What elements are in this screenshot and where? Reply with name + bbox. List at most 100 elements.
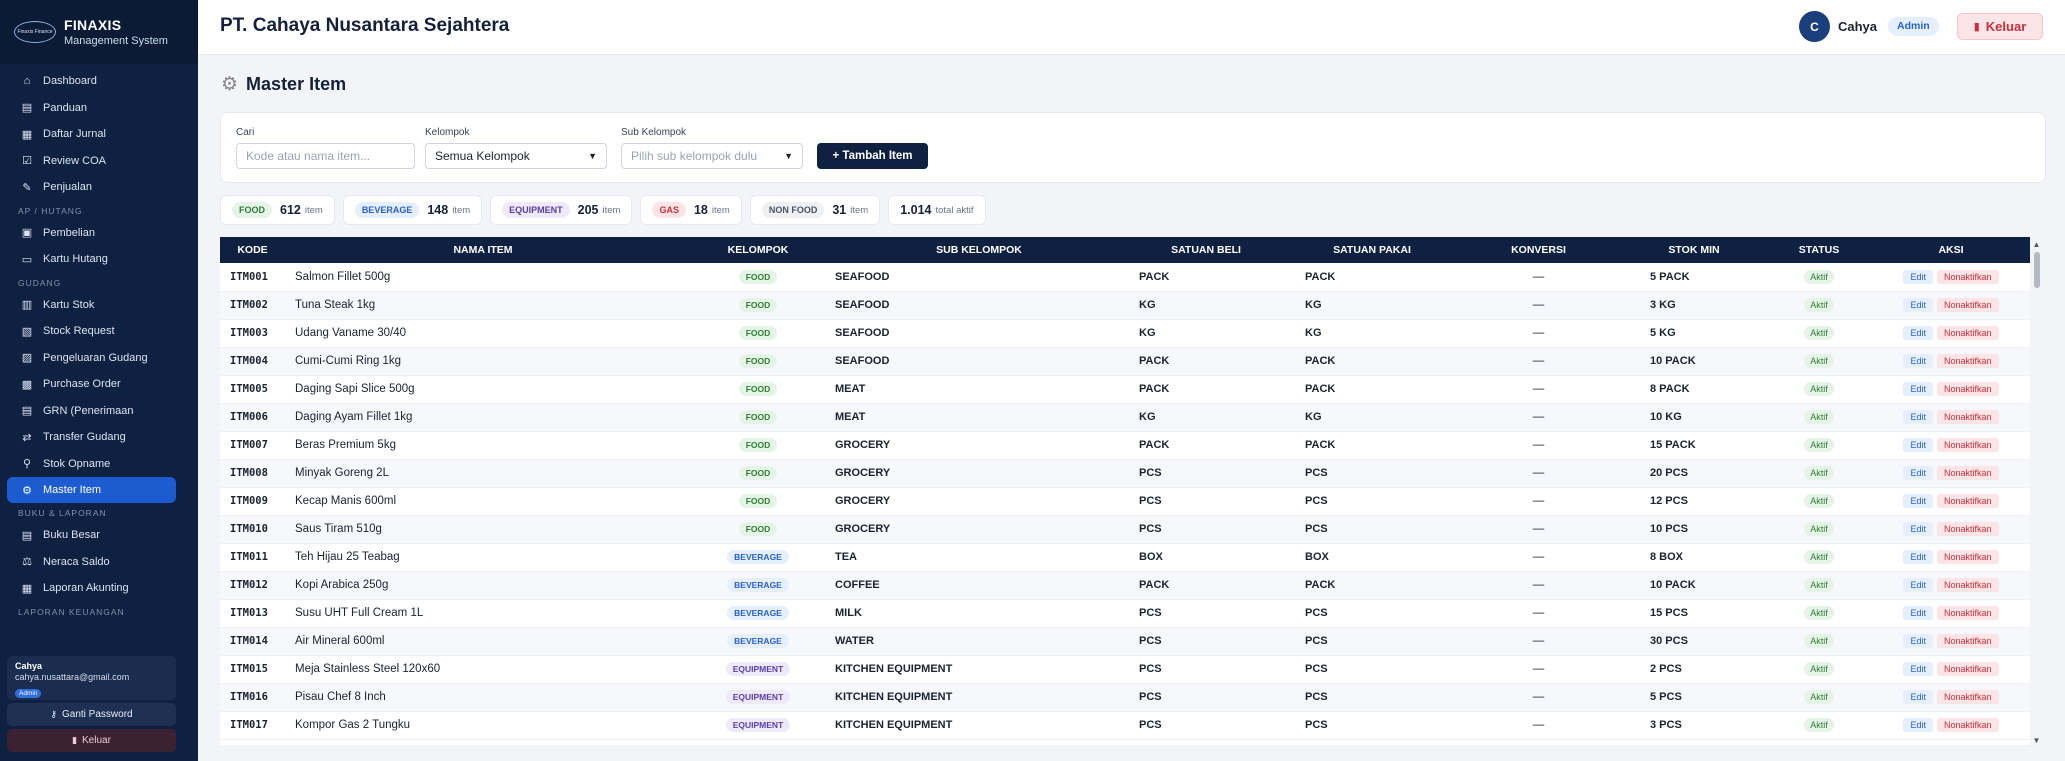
edit-button[interactable]: Edit xyxy=(1903,718,1933,732)
cell-kode: ITM013 xyxy=(220,599,285,628)
edit-button[interactable]: Edit xyxy=(1903,354,1933,368)
table-row[interactable]: ITM012 Kopi Arabica 250g BEVERAGE COFFEE PAC… xyxy=(220,571,2030,600)
subgroup-select[interactable]: Pilih sub kelompok dulu ▼ xyxy=(621,143,803,169)
deactivate-button[interactable]: Nonaktifkan xyxy=(1936,662,1999,676)
table-row[interactable]: ITM004 Cumi-Cumi Ring 1kg FOOD SEAFOOD PACK P… xyxy=(220,347,2030,376)
sidebar-item-kartu-stok[interactable]: ▥ Kartu Stok xyxy=(0,292,198,319)
column-header[interactable]: STATUS xyxy=(1766,237,1872,263)
cell-kode: ITM011 xyxy=(220,543,285,572)
table-row[interactable]: ITM007 Beras Premium 5kg FOOD GROCERY PACK PA… xyxy=(220,431,2030,460)
sidebar-item-purchase-order[interactable]: ▩ Purchase Order xyxy=(0,371,198,398)
sidebar-item-kartu-hutang[interactable]: ▭ Kartu Hutang xyxy=(0,246,198,273)
edit-button[interactable]: Edit xyxy=(1903,410,1933,424)
edit-button[interactable]: Edit xyxy=(1903,578,1933,592)
edit-button[interactable]: Edit xyxy=(1903,550,1933,564)
edit-button[interactable]: Edit xyxy=(1903,522,1933,536)
column-header[interactable]: SUB KELOMPOK xyxy=(835,237,1123,263)
sidebar-item-pengeluaran-gudang[interactable]: ▨ Pengeluaran Gudang xyxy=(0,345,198,372)
scroll-thumb[interactable] xyxy=(2033,252,2040,288)
deactivate-button[interactable]: Nonaktifkan xyxy=(1936,690,1999,704)
table-row[interactable]: ITM011 Teh Hijau 25 Teabag BEVERAGE TEA BOX B… xyxy=(220,543,2030,572)
deactivate-button[interactable]: Nonaktifkan xyxy=(1936,550,1999,564)
column-header[interactable]: KODE xyxy=(220,237,285,263)
sidebar-item-pembelian[interactable]: ▣ Pembelian xyxy=(0,220,198,247)
sidebar-item-stock-request[interactable]: ▧ Stock Request xyxy=(0,318,198,345)
sidebar-item-review-coa[interactable]: ☑ Review COA xyxy=(0,148,198,175)
deactivate-button[interactable]: Nonaktifkan xyxy=(1936,718,1999,732)
edit-button[interactable]: Edit xyxy=(1903,606,1933,620)
edit-button[interactable]: Edit xyxy=(1903,634,1933,648)
group-select[interactable]: Semua Kelompok ▼ xyxy=(425,143,607,169)
column-header[interactable]: SATUAN PAKAI xyxy=(1289,237,1455,263)
sidebar-item-stok-opname[interactable]: ⚲ Stok Opname xyxy=(0,451,198,478)
deactivate-button[interactable]: Nonaktifkan xyxy=(1936,269,1999,284)
scroll-up-icon[interactable]: ▲ xyxy=(2032,240,2041,250)
edit-button[interactable]: Edit xyxy=(1903,494,1933,508)
sidebar-item-transfer-gudang[interactable]: ⇄ Transfer Gudang xyxy=(0,424,198,451)
sidebar-item-buku-besar[interactable]: ▤ Buku Besar xyxy=(0,522,198,549)
deactivate-button[interactable]: Nonaktifkan xyxy=(1936,438,1999,452)
edit-button[interactable]: Edit xyxy=(1903,298,1933,312)
table-row[interactable]: ITM015 Meja Stainless Steel 120x60 EQUIPME… xyxy=(220,655,2030,684)
add-item-button[interactable]: + Tambah Item xyxy=(817,143,928,169)
deactivate-button[interactable]: Nonaktifkan xyxy=(1936,298,1999,312)
sidebar-item-neraca-saldo[interactable]: ⚖ Neraca Saldo xyxy=(0,549,198,576)
table-row[interactable]: ITM003 Udang Vaname 30/40 FOOD SEAFOOD KG KG —… xyxy=(220,319,2030,348)
table-row[interactable]: ITM008 Minyak Goreng 2L FOOD GROCERY PCS PCS —… xyxy=(220,459,2030,488)
sidebar-item-dashboard[interactable]: ⌂ Dashboard xyxy=(0,68,198,95)
table-row[interactable]: ITM001 Salmon Fillet 500g FOOD SEAFOOD PACK P… xyxy=(220,263,2030,292)
avatar[interactable]: C xyxy=(1799,11,1830,42)
table-row[interactable]: ITM017 Kompor Gas 2 Tungku EQUIPMENT KITCHE… xyxy=(220,711,2030,740)
table-row[interactable]: ITM006 Daging Ayam Fillet 1kg FOOD MEAT KG KG… xyxy=(220,403,2030,432)
edit-button[interactable]: Edit xyxy=(1903,662,1933,676)
column-header[interactable]: STOK MIN xyxy=(1622,237,1766,263)
cell-satuan-beli: PACK xyxy=(1123,347,1289,376)
column-header[interactable]: NAMA ITEM xyxy=(285,237,681,263)
status-badge: Aktif xyxy=(1804,662,1834,676)
edit-button[interactable]: Edit xyxy=(1903,466,1933,480)
deactivate-button[interactable]: Nonaktifkan xyxy=(1936,634,1999,648)
deactivate-button[interactable]: Nonaktifkan xyxy=(1936,494,1999,508)
sidebar-item-penjualan[interactable]: ✎ Penjualan xyxy=(0,174,198,201)
cell-satuan-beli: PCS xyxy=(1123,487,1289,516)
change-password-button[interactable]: ⚷ Ganti Password xyxy=(7,703,176,726)
deactivate-button[interactable]: Nonaktifkan xyxy=(1936,354,1999,368)
table-row[interactable]: ITM013 Susu UHT Full Cream 1L BEVERAGE MILK… xyxy=(220,599,2030,628)
cell-konversi: — xyxy=(1455,459,1622,488)
table-row[interactable]: ITM002 Tuna Steak 1kg FOOD SEAFOOD KG KG —3 KG… xyxy=(220,291,2030,320)
table-row[interactable]: ITM005 Daging Sapi Slice 500g FOOD MEAT PACK… xyxy=(220,375,2030,404)
sidebar-item-master-item[interactable]: ⚙ Master Item xyxy=(7,477,176,503)
deactivate-button[interactable]: Nonaktifkan xyxy=(1936,606,1999,620)
table-row[interactable]: ITM009 Kecap Manis 600ml FOOD GROCERY PCS PCS… xyxy=(220,487,2030,516)
table-scrollbar[interactable]: ▲ ▼ xyxy=(2032,240,2041,745)
edit-button[interactable]: Edit xyxy=(1903,326,1933,340)
column-header[interactable]: KONVERSI xyxy=(1455,237,1622,263)
column-header[interactable]: AKSI xyxy=(1872,237,2030,263)
deactivate-button[interactable]: Nonaktifkan xyxy=(1936,410,1999,424)
edit-button[interactable]: Edit xyxy=(1903,690,1933,704)
header-logout-button[interactable]: ▮ Keluar xyxy=(1957,13,2043,40)
edit-button[interactable]: Edit xyxy=(1903,269,1933,284)
edit-button[interactable]: Edit xyxy=(1903,438,1933,452)
scroll-down-icon[interactable]: ▼ xyxy=(2032,736,2041,745)
purchase-icon: ▣ xyxy=(21,227,33,240)
sidebar-item-laporan-akunting[interactable]: ▦ Laporan Akunting xyxy=(0,575,198,602)
sidebar-item-daftar-jurnal[interactable]: ▦ Daftar Jurnal xyxy=(0,121,198,148)
sidebar-item-grn[interactable]: ▤ GRN (Penerimaan xyxy=(0,398,198,425)
sidebar-logout-button[interactable]: ▮ Keluar xyxy=(7,729,176,752)
sidebar-item-panduan[interactable]: ▤ Panduan xyxy=(0,95,198,122)
table-row[interactable]: ITM014 Air Mineral 600ml BEVERAGE WATER PCS P… xyxy=(220,627,2030,656)
deactivate-button[interactable]: Nonaktifkan xyxy=(1936,578,1999,592)
deactivate-button[interactable]: Nonaktifkan xyxy=(1936,382,1999,396)
column-header[interactable]: SATUAN BELI xyxy=(1123,237,1289,263)
deactivate-button[interactable]: Nonaktifkan xyxy=(1936,466,1999,480)
deactivate-button[interactable]: Nonaktifkan xyxy=(1936,326,1999,340)
column-header[interactable]: KELOMPOK xyxy=(681,237,835,263)
brand[interactable]: Finaxis Finance FINAXIS Management Syste… xyxy=(0,0,198,64)
deactivate-button[interactable]: Nonaktifkan xyxy=(1936,522,1999,536)
table-row[interactable]: ITM010 Saus Tiram 510g FOOD GROCERY PCS PCS —1… xyxy=(220,515,2030,544)
search-input[interactable]: Kode atau nama item... xyxy=(236,143,415,169)
edit-button[interactable]: Edit xyxy=(1903,382,1933,396)
sidebar-item-label: Transfer Gudang xyxy=(43,431,126,444)
table-row[interactable]: ITM016 Pisau Chef 8 Inch EQUIPMENT KITCHEN … xyxy=(220,683,2030,712)
